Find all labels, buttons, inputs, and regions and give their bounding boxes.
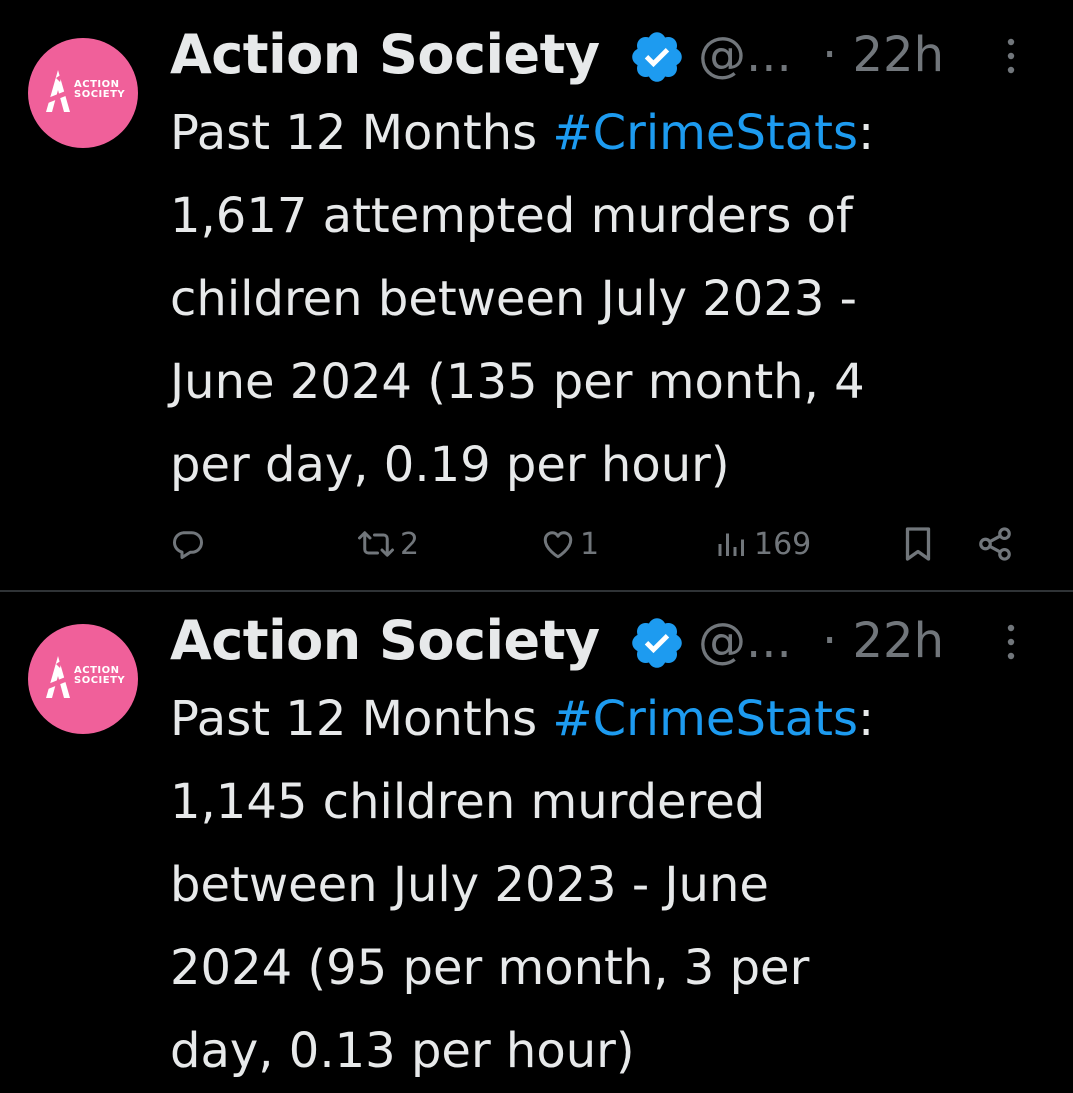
heart-icon xyxy=(543,531,573,559)
action-society-logo-icon xyxy=(46,656,70,698)
avatar-brand-text: ACTION SOCIETY xyxy=(74,79,126,100)
bookmark-button[interactable] xyxy=(900,516,936,572)
author-name[interactable]: Action Society xyxy=(170,24,600,86)
tweet-text-line: children between July 2023 - xyxy=(170,271,857,327)
timestamp[interactable]: · 22h xyxy=(822,610,944,672)
bookmark-icon xyxy=(905,527,931,561)
tweet-text-line: between July 2023 - June xyxy=(170,857,769,913)
tweet[interactable]: ACTION SOCIETY Action Society @... · 22h… xyxy=(0,592,1073,1079)
avatar-brand-text: ACTION SOCIETY xyxy=(74,665,126,686)
reply-icon xyxy=(173,531,203,559)
tweet[interactable]: ACTION SOCIETY Action Society @... · 22h… xyxy=(0,0,1073,590)
author-handle[interactable]: @... xyxy=(698,24,792,86)
verified-badge-icon xyxy=(632,618,682,668)
more-options-icon[interactable] xyxy=(1004,622,1018,662)
tweet-text-line: 1,145 children murdered xyxy=(170,774,766,830)
timestamp[interactable]: · 22h xyxy=(822,24,944,86)
tweet-text-line: per day, 0.19 per hour) xyxy=(170,437,730,493)
avatar[interactable]: ACTION SOCIETY xyxy=(28,38,138,148)
views-button[interactable]: 169 xyxy=(714,516,811,572)
tweet-text-line: Past 12 Months #CrimeStats: xyxy=(170,105,875,161)
tweet-actions: 2 1 169 xyxy=(170,516,1050,572)
tweet-text-line: June 2024 (135 per month, 4 xyxy=(170,354,865,410)
views-chart-icon xyxy=(718,533,744,556)
author-handle[interactable]: @... xyxy=(698,610,792,672)
avatar[interactable]: ACTION SOCIETY xyxy=(28,624,138,734)
share-icon xyxy=(979,527,1011,561)
tweet-header: Action Society @... · 22h xyxy=(170,20,1050,90)
more-options-icon[interactable] xyxy=(1004,36,1018,76)
share-button[interactable] xyxy=(976,516,1014,572)
like-count: 1 xyxy=(580,526,600,562)
tweet-text-line: day, 0.13 per hour) xyxy=(170,1023,635,1079)
action-society-logo-icon xyxy=(46,70,70,112)
view-count: 169 xyxy=(754,526,812,562)
hashtag-link[interactable]: #CrimeStats xyxy=(552,691,858,747)
tweet-text-line: 1,617 attempted murders of xyxy=(170,188,853,244)
tweet-text-line: Past 12 Months #CrimeStats: xyxy=(170,691,875,747)
repost-button[interactable]: 2 xyxy=(356,516,419,572)
reply-button[interactable] xyxy=(170,516,210,572)
tweet-header: Action Society @... · 22h xyxy=(170,606,1050,676)
repost-count: 2 xyxy=(400,526,420,562)
tweet-text: Past 12 Months #CrimeStats: 1,617 attemp… xyxy=(170,92,1050,507)
repost-icon xyxy=(358,531,394,557)
like-button[interactable]: 1 xyxy=(540,516,599,572)
verified-badge-icon xyxy=(632,32,682,82)
hashtag-link[interactable]: #CrimeStats xyxy=(552,105,858,161)
tweet-text: Past 12 Months #CrimeStats: 1,145 childr… xyxy=(170,678,1050,1080)
tweet-text-line: 2024 (95 per month, 3 per xyxy=(170,940,810,996)
author-name[interactable]: Action Society xyxy=(170,610,600,672)
